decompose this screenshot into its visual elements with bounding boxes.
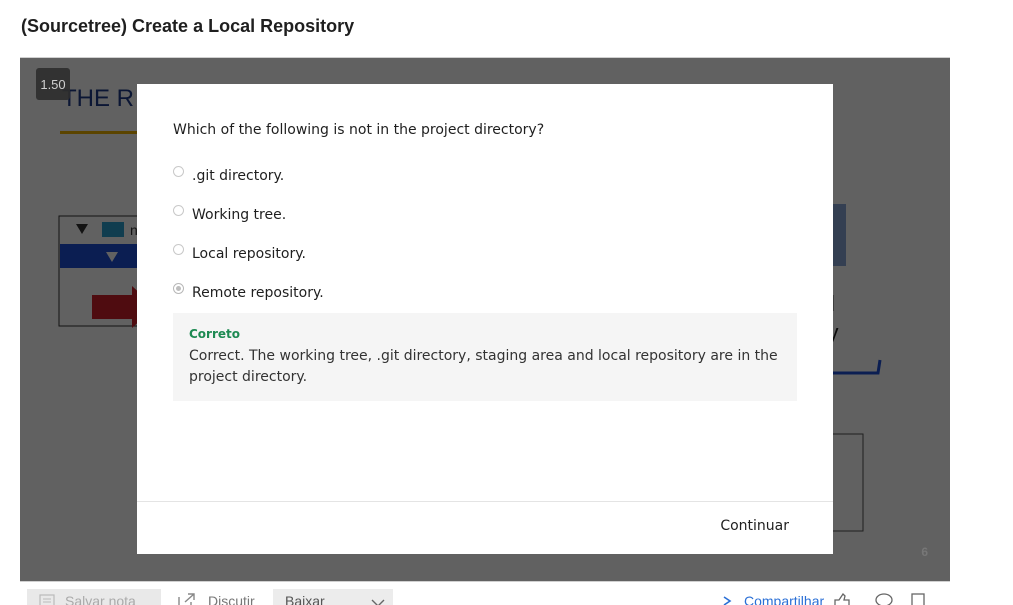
quiz-question: Which of the following is not in the pro… (173, 122, 545, 138)
radio-button[interactable] (173, 205, 184, 216)
radio-button[interactable] (173, 166, 184, 177)
quiz-option-local-repository[interactable]: Local repository. (173, 242, 306, 264)
discuss-button[interactable]: Discutir (178, 589, 255, 605)
feedback-text: Correct. The working tree, .git director… (189, 348, 778, 385)
radio-button-selected[interactable] (173, 283, 184, 294)
quiz-option-label: Local repository. (192, 246, 306, 262)
discuss-label: Discutir (208, 593, 255, 605)
quiz-modal: Which of the following is not in the pro… (137, 84, 833, 554)
quiz-option-git-directory[interactable]: .git directory. (173, 164, 284, 186)
comment-icon[interactable] (874, 593, 894, 605)
save-note-label: Salvar nota (65, 593, 136, 605)
download-label: Baixar (285, 593, 325, 605)
quiz-feedback: Correto Correct. The working tree, .git … (173, 313, 797, 401)
quiz-option-label: Working tree. (192, 207, 287, 223)
note-icon (39, 594, 55, 605)
video-player[interactable]: THE R n l ory 1.50 6 Which of the follow… (20, 57, 950, 582)
quiz-option-label: Remote repository. (192, 285, 324, 301)
modal-footer: Continuar (137, 501, 833, 554)
quiz-option-remote-repository[interactable]: Remote repository. (173, 281, 324, 303)
save-note-button[interactable]: Salvar nota (27, 589, 161, 605)
share-icon (723, 596, 732, 605)
continue-button[interactable]: Continuar (720, 518, 789, 534)
page-title: (Sourcetree) Create a Local Repository (21, 16, 355, 36)
flag-icon[interactable] (910, 593, 926, 605)
share-label: Compartilhar (744, 593, 825, 605)
external-link-icon (178, 593, 195, 605)
playback-speed-badge[interactable]: 1.50 (36, 68, 70, 100)
lecture-toolbar: Salvar nota Discutir Baixar Compartilhar (0, 586, 1013, 605)
download-dropdown[interactable]: Baixar (273, 589, 393, 605)
feedback-title: Correto (189, 327, 241, 341)
radio-button[interactable] (173, 244, 184, 255)
chevron-down-icon (371, 599, 385, 605)
quiz-option-label: .git directory. (192, 168, 285, 184)
like-icon[interactable] (832, 593, 852, 605)
share-button[interactable]: Compartilhar (722, 589, 824, 605)
slide-number: 6 (921, 545, 928, 559)
quiz-option-working-tree[interactable]: Working tree. (173, 203, 286, 225)
